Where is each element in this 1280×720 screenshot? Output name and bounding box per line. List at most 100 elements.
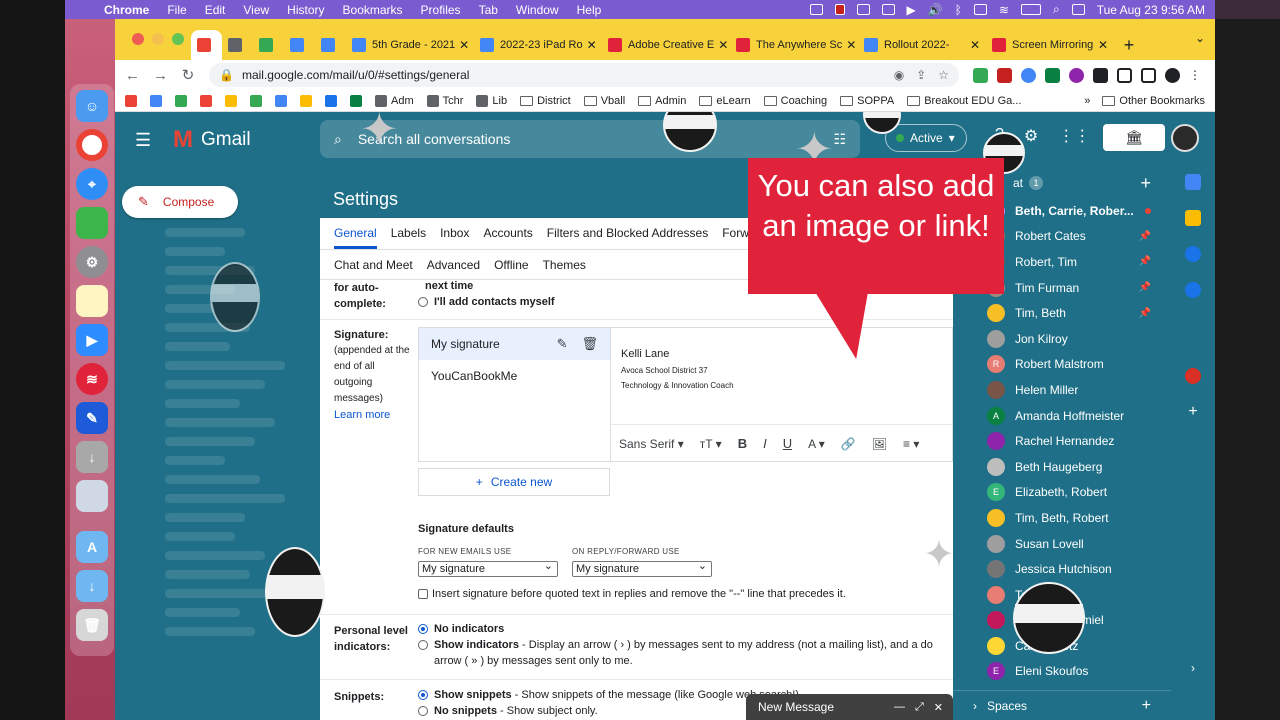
bookmark-classroom[interactable] xyxy=(350,94,362,107)
pin-icon[interactable]: 📌 xyxy=(1139,308,1151,319)
chrome-menu-icon[interactable]: ⋮ xyxy=(1189,68,1204,83)
radio-button[interactable] xyxy=(418,706,428,717)
minimize-icon[interactable]: — xyxy=(894,701,905,714)
new-emails-select[interactable]: My signature xyxy=(418,559,558,577)
extension-icon[interactable] xyxy=(1069,67,1084,83)
tab-chat-meet[interactable]: Chat and Meet xyxy=(334,258,413,279)
tab-offline[interactable]: Offline xyxy=(494,258,528,279)
safari-icon[interactable]: ⌖ xyxy=(76,168,108,200)
chat-contact[interactable]: Susan Lovell xyxy=(953,531,1171,557)
menu-edit[interactable]: Edit xyxy=(196,3,235,17)
bookmarks-overflow[interactable]: » xyxy=(1084,95,1090,107)
radio-button[interactable] xyxy=(418,640,428,651)
bookmark-folder-coaching[interactable]: Coaching xyxy=(763,95,827,107)
browser-tab[interactable]: The Anywhere Sc ✕ xyxy=(730,30,858,60)
radio-button-selected[interactable] xyxy=(418,624,428,635)
signature-content[interactable]: Kelli Lane Avoca School District 37 Tech… xyxy=(611,328,952,390)
browser-tab[interactable] xyxy=(284,30,315,60)
search-icon[interactable]: ⌕ xyxy=(334,131,342,148)
insert-image-icon[interactable]: 🖼 xyxy=(872,437,887,451)
chrome-icon[interactable] xyxy=(76,129,108,161)
bookmark-folder-vball[interactable]: Vball xyxy=(583,95,625,107)
close-tab-icon[interactable]: ✕ xyxy=(966,38,980,52)
new-message-minimized[interactable]: New Message — ⤢ ✕ xyxy=(746,694,953,720)
tasks-icon[interactable] xyxy=(1185,246,1201,262)
calendar-icon[interactable] xyxy=(1185,174,1201,190)
menu-profiles[interactable]: Profiles xyxy=(412,3,470,17)
back-icon[interactable]: ← xyxy=(125,67,140,84)
pencil-icon[interactable]: ✎ xyxy=(76,402,108,434)
bookmark-folder-district[interactable]: District xyxy=(520,95,571,107)
close-tab-icon[interactable]: ✕ xyxy=(583,38,597,52)
menu-file[interactable]: File xyxy=(158,3,195,17)
extension-icon[interactable] xyxy=(997,67,1012,83)
bookmark-app[interactable] xyxy=(275,94,287,107)
chat-contact[interactable]: R Robert Malstrom xyxy=(953,352,1171,378)
browser-tab[interactable] xyxy=(222,30,253,60)
font-selector[interactable]: Sans Serif ▾ xyxy=(619,437,684,451)
menu-tab[interactable]: Tab xyxy=(470,3,507,17)
bookmark-photos[interactable] xyxy=(250,94,262,107)
gmail-logo[interactable]: M Gmail xyxy=(173,126,251,154)
bookmark-youtube[interactable] xyxy=(200,94,212,107)
chat-contact[interactable]: Helen Miller xyxy=(953,377,1171,403)
record-icon[interactable] xyxy=(834,4,845,15)
address-bar[interactable]: 🔒 mail.google.com/mail/u/0/#settings/gen… xyxy=(209,63,959,87)
pin-icon[interactable]: 📌 xyxy=(1139,256,1151,267)
browser-tab[interactable]: Screen Mirroring ✕ xyxy=(986,30,1114,60)
signature-item-my-signature[interactable]: My signature ✎ 🗑 xyxy=(419,328,610,360)
expand-icon[interactable]: ⤢ xyxy=(915,701,924,714)
control-center-icon[interactable] xyxy=(1071,4,1085,15)
menu-bookmarks[interactable]: Bookmarks xyxy=(334,3,412,17)
close-tab-icon[interactable]: ✕ xyxy=(842,38,856,52)
radio-button-selected[interactable] xyxy=(418,690,428,701)
bookmark-maps[interactable] xyxy=(300,94,312,107)
tab-themes[interactable]: Themes xyxy=(543,258,586,279)
tab-search-icon[interactable]: ⌄ xyxy=(1195,31,1205,45)
extension-icon[interactable] xyxy=(1021,67,1036,83)
eye-icon[interactable]: ◉ xyxy=(894,68,904,82)
browser-tab[interactable]: 2022-23 iPad Ro ✕ xyxy=(474,30,602,60)
no-indicators-option[interactable]: No indicators xyxy=(418,623,504,635)
new-chat-icon[interactable]: + xyxy=(1140,173,1151,194)
preview-icon[interactable] xyxy=(76,480,108,512)
bookmark-star-icon[interactable]: ☆ xyxy=(938,68,949,82)
new-space-icon[interactable]: + xyxy=(1142,697,1151,715)
addon-icon[interactable] xyxy=(1185,368,1201,384)
text-color-icon[interactable]: A ▾ xyxy=(808,437,825,451)
applications-folder-icon[interactable]: A xyxy=(76,531,108,563)
bookmark-keep[interactable] xyxy=(225,94,237,107)
contacts-icon[interactable] xyxy=(1185,282,1201,298)
chat-contact[interactable]: Beth Haugeberg xyxy=(953,454,1171,480)
chat-contact[interactable]: Tim, Beth 📌 xyxy=(953,300,1171,326)
chat-contact[interactable]: Jessica Hutchison xyxy=(953,556,1171,582)
volume-icon[interactable]: 🔊 xyxy=(928,3,943,17)
close-tab-icon[interactable]: ✕ xyxy=(714,38,728,52)
underline-icon[interactable]: U xyxy=(783,436,792,451)
play-icon[interactable]: ▶ xyxy=(907,3,916,17)
close-tab-icon[interactable]: ✕ xyxy=(1094,38,1108,52)
forward-icon[interactable]: → xyxy=(153,67,168,84)
account-avatar[interactable] xyxy=(1171,124,1199,152)
chat-contact[interactable]: A Amanda Hoffmeister xyxy=(953,403,1171,429)
status-icon[interactable] xyxy=(881,4,895,15)
battery-icon[interactable] xyxy=(1020,4,1041,15)
search-bar[interactable]: ⌕ Search all conversations ☷ xyxy=(320,120,860,158)
apps-grid-icon[interactable]: ⋮⋮ xyxy=(1058,126,1090,146)
signature-item-youcanbookme[interactable]: YouCanBookMe xyxy=(419,360,610,392)
zoom-window-button[interactable] xyxy=(172,33,184,45)
compose-button[interactable]: ✎ Compose xyxy=(122,186,238,218)
spaces-section[interactable]: › Spaces + xyxy=(953,690,1171,720)
signature-editor[interactable]: Kelli Lane Avoca School District 37 Tech… xyxy=(610,327,953,462)
italic-icon[interactable]: I xyxy=(763,436,767,451)
zoom-icon[interactable]: ▶ xyxy=(76,324,108,356)
menu-app[interactable]: Chrome xyxy=(95,3,158,17)
autocomplete-option[interactable]: I'll add contacts myself xyxy=(418,296,555,308)
tab-accounts[interactable]: Accounts xyxy=(483,226,532,249)
main-menu-icon[interactable]: ☰ xyxy=(135,130,157,151)
minimize-window-button[interactable] xyxy=(152,33,164,45)
bookmark-drive[interactable] xyxy=(175,94,187,107)
search-options-icon[interactable]: ☷ xyxy=(833,131,846,148)
browser-tab[interactable]: 5th Grade - 2021 ✕ xyxy=(346,30,474,60)
chat-contact[interactable]: Rachel Hernandez xyxy=(953,428,1171,454)
